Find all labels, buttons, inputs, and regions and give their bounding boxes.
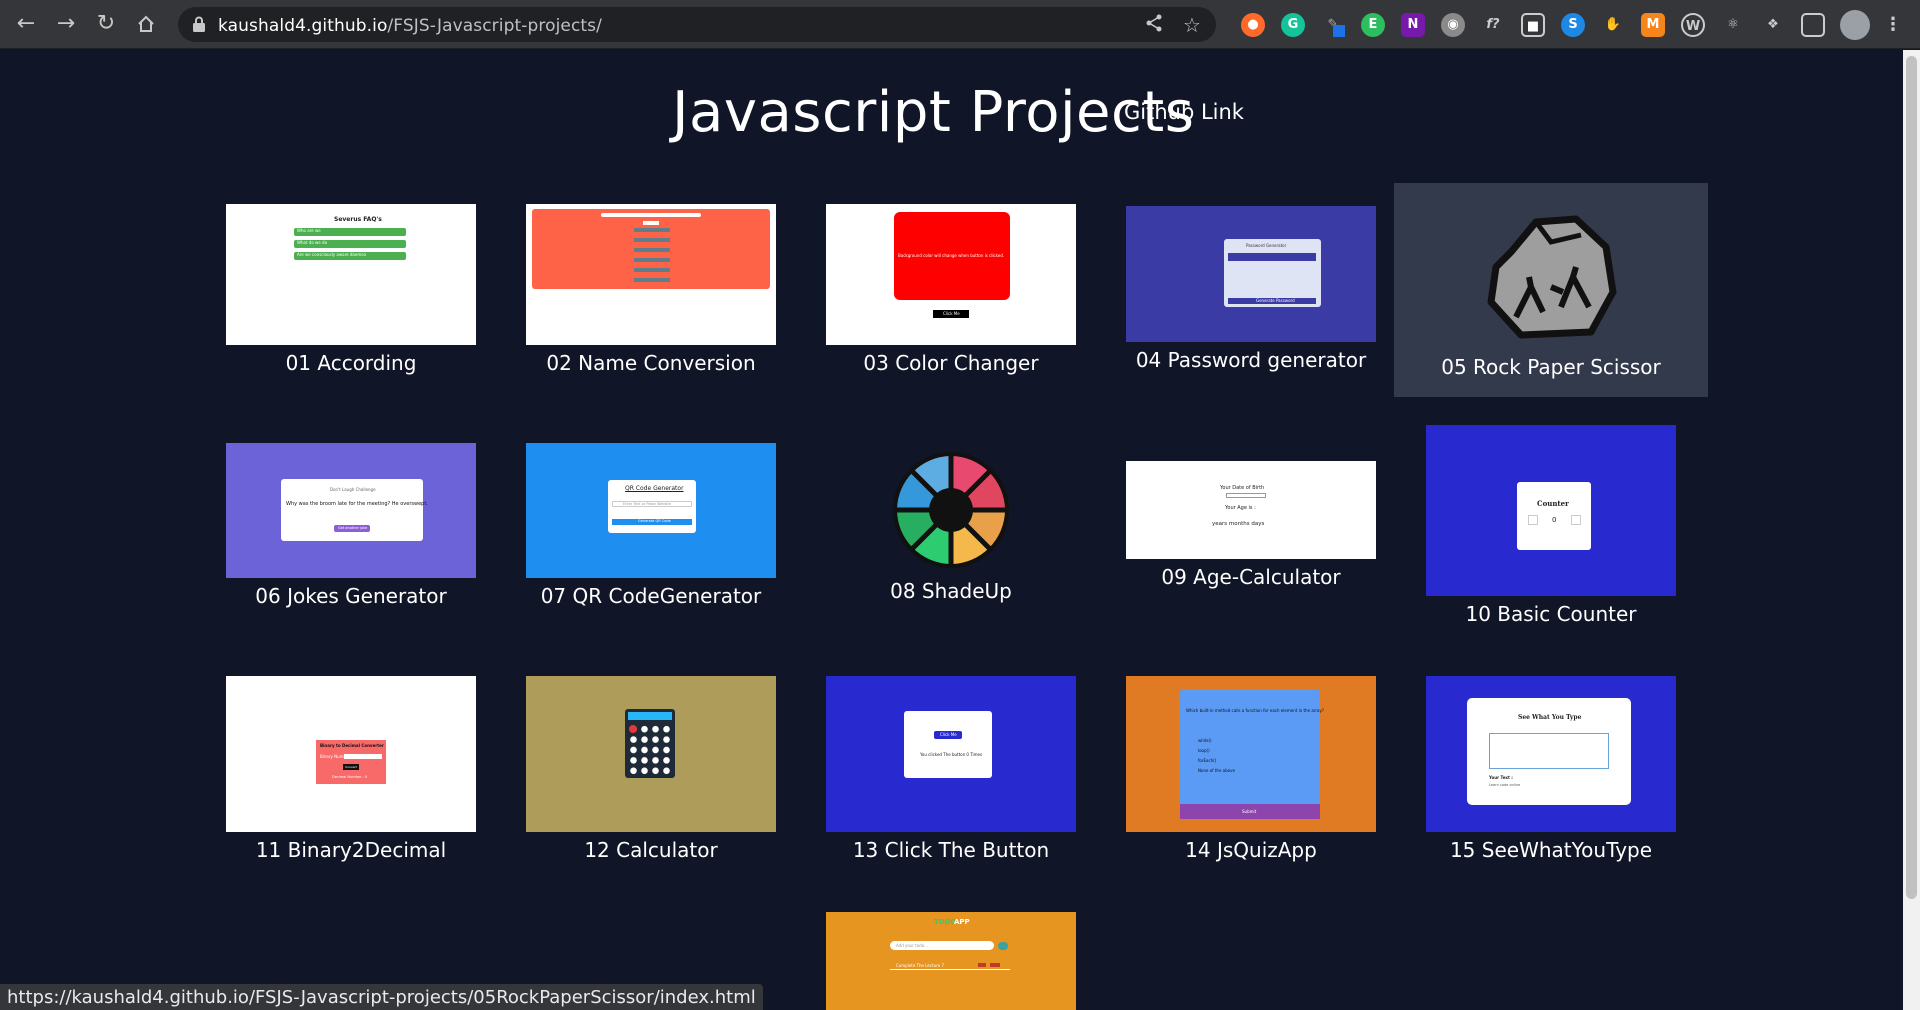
metamask-icon[interactable]: M	[1641, 13, 1665, 37]
forward-button[interactable]: →	[50, 8, 82, 40]
rock-icon	[1487, 215, 1617, 339]
project-title[interactable]: 11 Binary2Decimal	[226, 838, 476, 862]
address-bar[interactable]: kaushald4.github.io/FSJS-Javascript-proj…	[178, 7, 1216, 42]
project-thumbnail[interactable]: Which built-in method calls a function f…	[1126, 676, 1376, 832]
project-card-02[interactable]: 02 Name Conversion	[526, 204, 776, 375]
project-card-12[interactable]: 12 Calculator	[526, 676, 776, 862]
wordpress-icon[interactable]: W	[1681, 13, 1705, 37]
project-card-16[interactable]: TODO APP Add your todo... Complete The L…	[826, 912, 1076, 1010]
evernote-icon[interactable]: E	[1361, 13, 1385, 37]
project-title[interactable]: 13 Click The Button	[826, 838, 1076, 862]
project-title[interactable]: 14 JsQuizApp	[1126, 838, 1376, 862]
project-card-11[interactable]: Binary to Decimal Converter Binary Numbe…	[226, 676, 476, 862]
github-link[interactable]: Github Link	[1124, 100, 1244, 124]
project-thumbnail[interactable]: Severus FAQ's Who are we What do we do A…	[226, 204, 476, 345]
project-title[interactable]: 07 QR CodeGenerator	[526, 584, 776, 608]
profile-avatar[interactable]	[1840, 10, 1870, 40]
react-devtools-icon[interactable]: ⚛	[1721, 13, 1745, 37]
project-title[interactable]: 05 Rock Paper Scissor	[1394, 355, 1708, 379]
bookmark-star-icon[interactable]: ☆	[1180, 13, 1204, 37]
project-card-08[interactable]: 08 ShadeUp	[826, 448, 1076, 603]
project-card-09[interactable]: Your Date of Birth Your Age is : years m…	[1126, 461, 1376, 589]
project-thumbnail[interactable]	[526, 204, 776, 345]
grammarly-icon[interactable]: G	[1281, 13, 1305, 37]
project-thumbnail[interactable]: Your Date of Birth Your Age is : years m…	[1126, 461, 1376, 559]
page-title: Javascript Projects	[672, 80, 1195, 145]
project-thumbnail[interactable]: Don't Laugh Challenge Why was the broom …	[226, 443, 476, 578]
project-title[interactable]: 08 ShadeUp	[826, 579, 1076, 603]
project-card-13[interactable]: Click Me You clicked The button 0 Times …	[826, 676, 1076, 862]
color-wheel-icon	[893, 452, 1009, 568]
scrollbar-thumb[interactable]	[1906, 56, 1917, 899]
pen-extension-icon[interactable]: ✎	[1321, 13, 1345, 37]
home-button[interactable]	[130, 8, 162, 40]
function-extension-icon[interactable]: f?	[1481, 13, 1505, 37]
project-title[interactable]: 15 SeeWhatYouType	[1426, 838, 1676, 862]
project-card-04[interactable]: Password Generator Generate Password 04 …	[1126, 206, 1376, 372]
project-thumbnail[interactable]: Background color will change when button…	[826, 204, 1076, 345]
extension-fox-icon[interactable]: ●	[1241, 13, 1265, 37]
project-thumbnail[interactable]: Click Me You clicked The button 0 Times	[826, 676, 1076, 832]
reload-button[interactable]: ↻	[90, 8, 122, 40]
home-icon	[138, 15, 154, 32]
project-thumbnail[interactable]: Binary to Decimal Converter Binary Numbe…	[226, 676, 476, 832]
share-icon[interactable]	[1142, 13, 1166, 37]
menu-dots-icon[interactable]: ⋮	[1881, 13, 1905, 37]
back-button[interactable]: ←	[10, 8, 42, 40]
browser-toolbar: ← → ↻ kaushald4.github.io/FSJS-Javascrip…	[0, 0, 1920, 49]
project-card-10[interactable]: Counter 0 10 Basic Counter	[1426, 425, 1676, 626]
project-card-14[interactable]: Which built-in method calls a function f…	[1126, 676, 1376, 862]
project-title[interactable]: 06 Jokes Generator	[226, 584, 476, 608]
project-card-15[interactable]: See What You Type Your Text : Learn code…	[1426, 676, 1676, 862]
project-title[interactable]: 10 Basic Counter	[1426, 602, 1676, 626]
project-title[interactable]: 01 According	[226, 351, 476, 375]
project-title[interactable]: 09 Age-Calculator	[1126, 565, 1376, 589]
project-thumbnail[interactable]: QR Code Generator Enter Text or Paste We…	[526, 443, 776, 578]
project-title[interactable]: 02 Name Conversion	[526, 351, 776, 375]
project-title[interactable]: 12 Calculator	[526, 838, 776, 862]
link-status-bar: https://kaushald4.github.io/FSJS-Javascr…	[0, 984, 763, 1010]
side-panel-icon[interactable]	[1801, 13, 1825, 37]
project-thumbnail[interactable]: See What You Type Your Text : Learn code…	[1426, 676, 1676, 832]
project-card-01[interactable]: Severus FAQ's Who are we What do we do A…	[226, 204, 476, 375]
hand-extension-icon[interactable]: ✋	[1601, 13, 1625, 37]
blue-extension-icon[interactable]: S	[1561, 13, 1585, 37]
project-thumbnail[interactable]	[526, 676, 776, 832]
picture-in-picture-icon[interactable]: ■	[1521, 13, 1545, 37]
project-thumbnail[interactable]	[826, 448, 1076, 573]
project-thumbnail[interactable]: Password Generator Generate Password	[1126, 206, 1376, 342]
url-text[interactable]: kaushald4.github.io/FSJS-Javascript-proj…	[218, 16, 602, 36]
lock-icon	[193, 16, 205, 32]
extensions-puzzle-icon[interactable]: ❖	[1761, 13, 1785, 37]
project-thumbnail[interactable]: Counter 0	[1426, 425, 1676, 596]
project-card-06[interactable]: Don't Laugh Challenge Why was the broom …	[226, 443, 476, 608]
project-card-05[interactable]: 05 Rock Paper Scissor	[1394, 183, 1708, 397]
project-card-03[interactable]: Background color will change when button…	[826, 204, 1076, 375]
project-card-07[interactable]: QR Code Generator Enter Text or Paste We…	[526, 443, 776, 608]
project-thumbnail[interactable]	[1394, 183, 1708, 343]
project-title[interactable]: 04 Password generator	[1126, 348, 1376, 372]
project-title[interactable]: 03 Color Changer	[826, 351, 1076, 375]
owl-extension-icon[interactable]: ◉	[1441, 13, 1465, 37]
onenote-icon[interactable]: N	[1401, 13, 1425, 37]
project-thumbnail[interactable]: TODO APP Add your todo... Complete The L…	[826, 912, 1076, 1010]
